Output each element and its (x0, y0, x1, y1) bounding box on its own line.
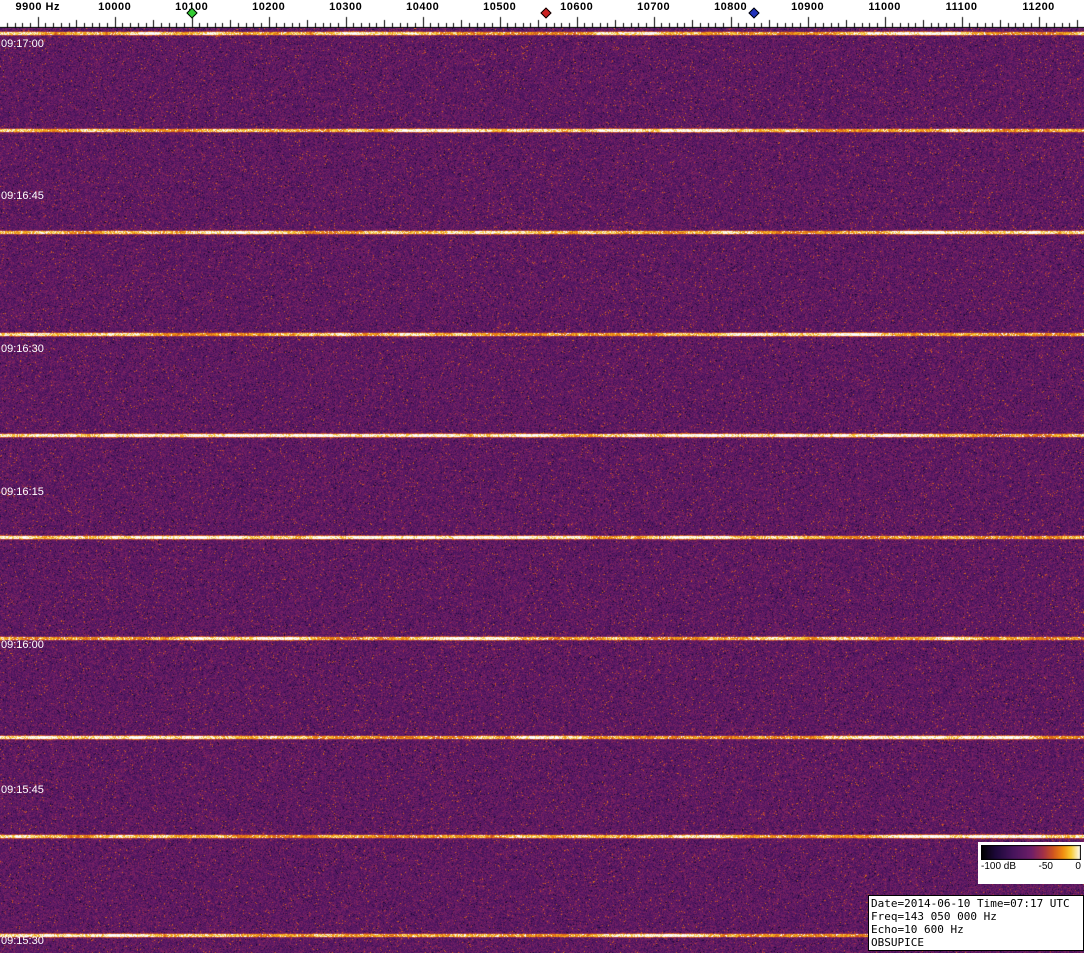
observation-info-box: Date=2014-06-10 Time=07:17 UTC Freq=143 … (868, 895, 1084, 951)
freq-tick-label: 10200 (252, 1, 285, 13)
freq-tick-label: 10900 (791, 1, 824, 13)
freq-tick-label: 9900 Hz (15, 1, 59, 13)
scale-label-max: 0 (1075, 861, 1081, 873)
frequency-axis: 9900 Hz100001010010200103001040010500106… (0, 0, 1084, 28)
color-scale-labels: -100 dB -50 0 (981, 860, 1081, 873)
freq-tick-label: 11200 (1022, 1, 1054, 13)
color-scale-gradient (981, 845, 1081, 860)
freq-tick-label: 10800 (714, 1, 747, 13)
freq-tick-label: 10500 (483, 1, 516, 13)
freq-tick-label: 10600 (560, 1, 593, 13)
info-date-line: Date=2014-06-10 Time=07:17 UTC (871, 897, 1081, 910)
freq-tick-label: 10400 (406, 1, 439, 13)
color-scale-legend: -100 dB -50 0 (978, 842, 1084, 884)
info-station-line: OBSUPICE (871, 936, 1081, 949)
scale-label-mid: -50 (1039, 861, 1053, 873)
waterfall-display[interactable] (0, 28, 1084, 953)
freq-tick-label: 10300 (329, 1, 362, 13)
freq-tick-label: 10000 (98, 1, 131, 13)
info-echo-line: Echo=10 600 Hz (871, 923, 1081, 936)
freq-tick-label: 10700 (637, 1, 670, 13)
freq-tick-label: 11000 (868, 1, 900, 13)
scale-label-min: -100 dB (981, 861, 1016, 873)
info-freq-line: Freq=143 050 000 Hz (871, 910, 1081, 923)
freq-tick-label: 11100 (946, 1, 978, 13)
spectrogram-screen: 9900 Hz100001010010200103001040010500106… (0, 0, 1084, 953)
